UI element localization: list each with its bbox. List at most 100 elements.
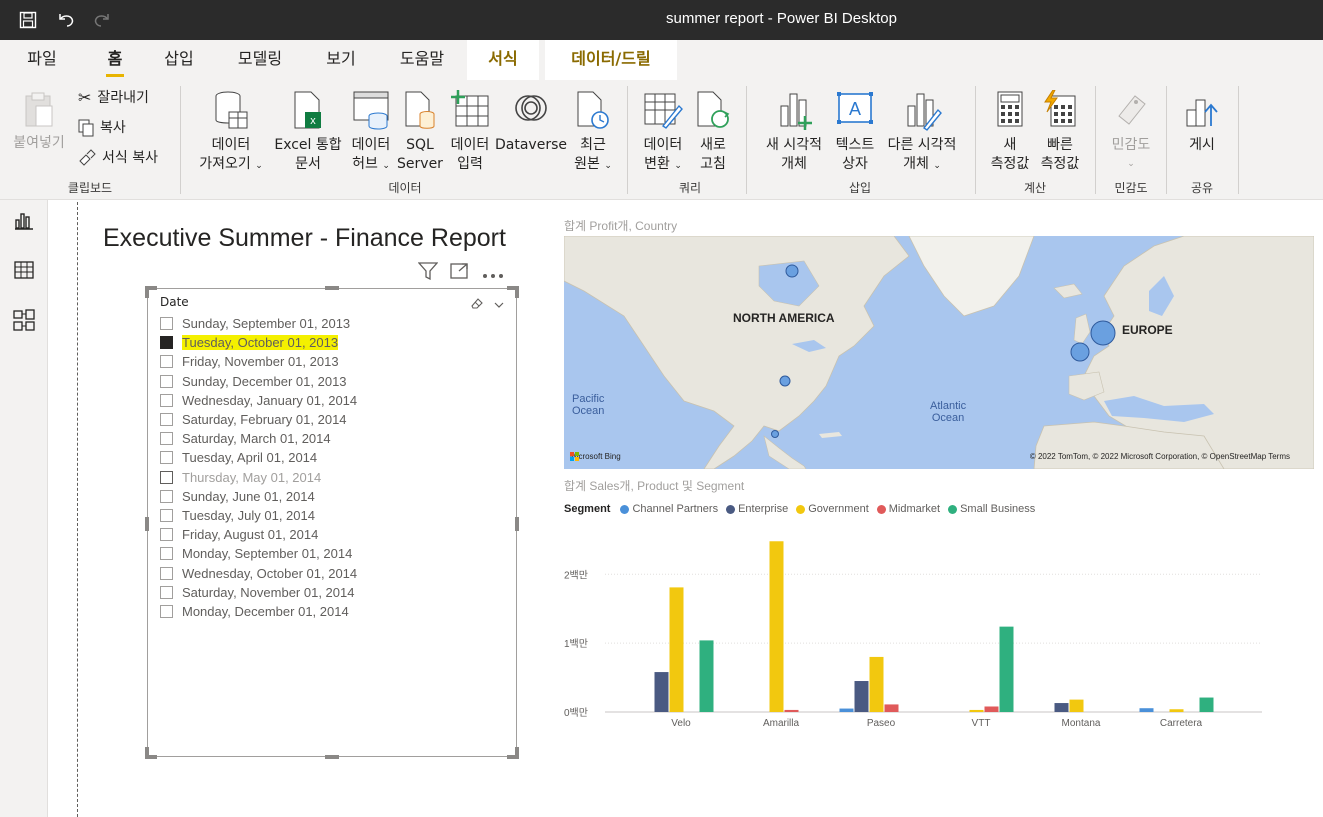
tab-format[interactable]: 서식 <box>467 40 539 80</box>
bar[interactable] <box>999 626 1014 712</box>
slicer-item[interactable]: Thursday, May 01, 2014 <box>160 468 357 487</box>
resize-handle[interactable] <box>515 286 519 298</box>
excel-workbook-button[interactable]: x Excel 통합 문서 <box>270 90 346 174</box>
new-measure-button[interactable]: 새 측정값 <box>984 90 1036 174</box>
checkbox[interactable] <box>160 566 173 580</box>
resize-handle[interactable] <box>515 747 519 759</box>
bar[interactable] <box>654 672 669 712</box>
checkbox[interactable] <box>160 585 173 599</box>
bar[interactable] <box>1069 699 1084 712</box>
transform-data-button[interactable]: 데이터 변환 ⌄ <box>636 90 690 176</box>
map-bubble[interactable] <box>779 375 791 387</box>
legend-item[interactable]: Small Business <box>948 503 1035 515</box>
map-bubble[interactable] <box>785 264 799 278</box>
bar[interactable] <box>969 709 984 712</box>
map-copyright[interactable]: © 2022 TomTom, © 2022 Microsoft Corporat… <box>1030 452 1290 461</box>
bar[interactable] <box>699 640 714 712</box>
checkbox[interactable] <box>160 336 173 350</box>
report-title[interactable]: Executive Summer - Finance Report <box>103 224 506 253</box>
text-box-button[interactable]: A 텍스트 상자 <box>830 90 880 174</box>
enter-data-button[interactable]: 데이터 입력 <box>444 90 496 174</box>
tab-modeling[interactable]: 모델링 <box>222 40 298 80</box>
checkbox[interactable] <box>160 451 173 465</box>
more-visuals-button[interactable]: 다른 시각적 개체 ⌄ <box>878 90 966 176</box>
quick-measure-button[interactable]: 빠른 측정값 <box>1034 90 1086 174</box>
bar[interactable] <box>1199 697 1214 712</box>
legend-item[interactable]: Government <box>796 503 869 515</box>
refresh-button[interactable]: 새로 고침 <box>690 90 736 174</box>
checkbox[interactable] <box>160 432 173 446</box>
resize-handle[interactable] <box>515 517 519 531</box>
checkbox[interactable] <box>160 393 173 407</box>
slicer-item[interactable]: Sunday, September 01, 2013 <box>160 314 357 333</box>
bar[interactable] <box>984 706 999 712</box>
bar[interactable] <box>884 704 899 712</box>
get-data-button[interactable]: 데이터 가져오기 ⌄ <box>190 90 272 176</box>
slicer-item[interactable]: Wednesday, October 01, 2014 <box>160 563 357 582</box>
checkbox[interactable] <box>160 604 173 618</box>
slicer-item[interactable]: Tuesday, July 01, 2014 <box>160 506 357 525</box>
slicer-item[interactable]: Saturday, February 01, 2014 <box>160 410 357 429</box>
slicer-item[interactable]: Tuesday, April 01, 2014 <box>160 448 357 467</box>
checkbox[interactable] <box>160 317 173 331</box>
slicer-item[interactable]: Monday, September 01, 2014 <box>160 544 357 563</box>
tab-home[interactable]: 홈 <box>92 40 138 80</box>
slicer-item[interactable]: Saturday, November 01, 2014 <box>160 583 357 602</box>
resize-handle[interactable] <box>325 286 339 290</box>
checkbox[interactable] <box>160 528 173 542</box>
tab-insert[interactable]: 삽입 <box>150 40 208 80</box>
column-chart[interactable]: 0백만 1백만 2백만 Velo Amarilla Paseo VTT Montana Carr… <box>560 525 1280 740</box>
map-bubble[interactable] <box>771 430 779 438</box>
bar[interactable] <box>854 681 869 712</box>
legend-item[interactable]: Channel Partners <box>620 503 718 515</box>
checkbox[interactable] <box>160 413 173 427</box>
map-bubble[interactable] <box>1090 320 1116 346</box>
checkbox[interactable] <box>160 508 173 522</box>
bar[interactable] <box>839 708 854 712</box>
publish-button[interactable]: 게시 <box>1176 90 1228 155</box>
bar[interactable] <box>769 541 784 712</box>
slicer-item[interactable]: Wednesday, January 01, 2014 <box>160 391 357 410</box>
checkbox[interactable] <box>160 489 173 503</box>
recent-sources-button[interactable]: 최근 원본 ⌄ <box>566 90 620 176</box>
data-hub-button[interactable]: 데이터 허브 ⌄ <box>344 90 398 176</box>
bar[interactable] <box>869 656 884 712</box>
data-view-icon[interactable] <box>11 257 37 283</box>
slicer-item[interactable]: Sunday, June 01, 2014 <box>160 487 357 506</box>
slicer-item[interactable]: Friday, August 01, 2014 <box>160 525 357 544</box>
resize-handle[interactable] <box>325 755 339 759</box>
checkbox[interactable] <box>160 374 173 388</box>
tab-data-drill[interactable]: 데이터/드릴 <box>545 40 677 80</box>
legend-item[interactable]: Midmarket <box>876 503 940 515</box>
filter-icon[interactable] <box>417 262 439 284</box>
more-options-icon[interactable] <box>482 264 504 283</box>
resize-handle[interactable] <box>145 517 149 531</box>
dataverse-button[interactable]: Dataverse <box>494 90 568 155</box>
cut-button[interactable]: ✂ 잘라내기 <box>78 86 149 110</box>
checkbox[interactable] <box>160 355 173 369</box>
map-bubble[interactable] <box>1070 342 1090 362</box>
bar[interactable] <box>1169 709 1184 712</box>
bar[interactable] <box>1054 703 1069 712</box>
slicer-item[interactable]: Saturday, March 01, 2014 <box>160 429 357 448</box>
report-view-icon[interactable] <box>11 208 37 234</box>
copy-button[interactable]: 복사 <box>78 116 126 140</box>
checkbox[interactable] <box>160 547 173 561</box>
new-visual-button[interactable]: 새 시각적 개체 <box>756 90 832 174</box>
focus-mode-icon[interactable] <box>450 262 470 284</box>
checkbox[interactable] <box>160 470 173 484</box>
slicer-item[interactable]: Friday, November 01, 2013 <box>160 352 357 371</box>
slicer-item[interactable]: Monday, December 01, 2014 <box>160 602 357 621</box>
legend-item[interactable]: Enterprise <box>726 503 788 515</box>
bar[interactable] <box>669 587 684 712</box>
tab-view[interactable]: 보기 <box>312 40 370 80</box>
resize-handle[interactable] <box>145 286 149 298</box>
model-view-icon[interactable] <box>11 307 37 333</box>
map-visual[interactable]: NORTH AMERICA EUROPE Pacific Ocean Atlant… <box>564 236 1314 469</box>
slicer-item[interactable]: Sunday, December 01, 2013 <box>160 372 357 391</box>
tab-file[interactable]: 파일 <box>14 40 70 80</box>
eraser-icon[interactable] <box>470 294 484 313</box>
slicer-item[interactable]: Tuesday, October 01, 2013 <box>160 333 357 352</box>
tab-help[interactable]: 도움말 <box>384 40 460 80</box>
resize-handle[interactable] <box>145 747 149 759</box>
